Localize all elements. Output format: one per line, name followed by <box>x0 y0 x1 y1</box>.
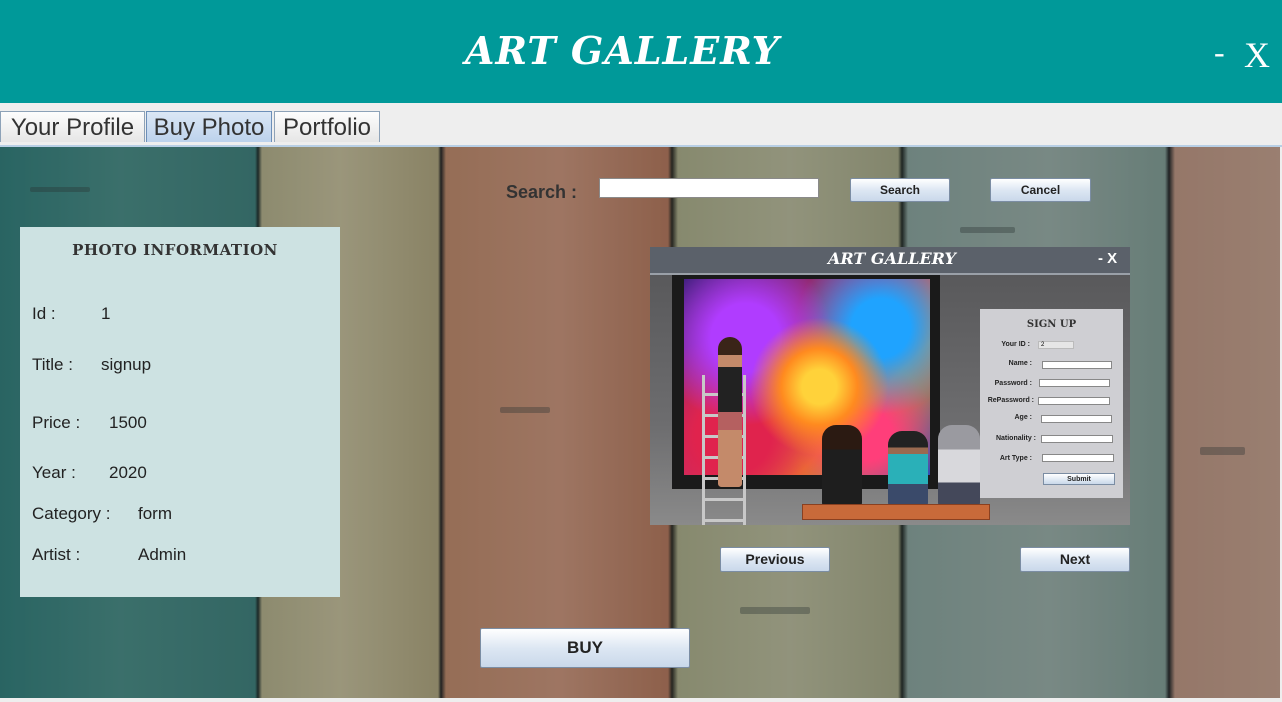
minimize-button[interactable]: - <box>1214 34 1225 71</box>
photo-info-heading: PHOTO INFORMATION <box>72 241 278 259</box>
form-field-label: RePassword : <box>987 397 1034 404</box>
app-title: ART GALLERY <box>465 28 780 73</box>
search-label: Search : <box>506 182 578 202</box>
title-label: Title : <box>32 355 73 374</box>
viewer-figure <box>888 431 928 507</box>
close-button[interactable]: X <box>1244 34 1270 76</box>
form-field-label: Age : <box>1014 414 1033 421</box>
photo-info-panel: PHOTO INFORMATION Id : 1 Title : signup … <box>20 227 340 597</box>
photo-preview: ART GALLERY - X SIGN UP Your ID : 2 Name… <box>650 247 1130 525</box>
artist-value: Admin <box>138 545 187 564</box>
form-submit-preview: Submit <box>1043 473 1115 485</box>
search-input[interactable] <box>599 178 819 198</box>
cancel-button[interactable]: Cancel <box>990 178 1091 202</box>
viewer-figure <box>822 425 862 507</box>
painter-figure <box>718 337 742 487</box>
preview-title-bar: ART GALLERY - X <box>650 247 1130 275</box>
search-button[interactable]: Search <box>850 178 950 202</box>
signup-form-preview: SIGN UP Your ID : 2 Name : Password : Re… <box>980 309 1123 498</box>
form-field-label: Your ID : <box>1001 341 1030 348</box>
form-field-label: Password : <box>994 380 1032 387</box>
title-value: signup <box>101 355 152 374</box>
next-button[interactable]: Next <box>1020 547 1130 572</box>
tab-buy-photo[interactable]: Buy Photo <box>146 111 272 142</box>
wood-texture <box>960 227 1015 233</box>
artist-label: Artist : <box>32 545 81 564</box>
buy-button[interactable]: BUY <box>480 628 690 668</box>
preview-title: ART GALLERY <box>828 249 956 268</box>
signup-form-title: SIGN UP <box>1026 319 1077 330</box>
form-field-box <box>1041 435 1113 443</box>
form-field-box <box>1038 397 1110 405</box>
viewer-figure <box>938 425 980 507</box>
preview-window-controls: - X <box>1098 250 1118 267</box>
form-id-box: 2 <box>1038 341 1074 349</box>
wood-texture <box>500 407 550 413</box>
form-field-box <box>1042 454 1114 462</box>
category-label: Category : <box>32 504 111 523</box>
bench <box>802 504 990 520</box>
tab-portfolio[interactable]: Portfolio <box>274 111 380 142</box>
tab-your-profile[interactable]: Your Profile <box>0 111 145 142</box>
wood-texture <box>740 607 810 614</box>
category-value: form <box>138 504 172 523</box>
price-label: Price : <box>32 413 81 432</box>
id-label: Id : <box>32 304 56 323</box>
title-bar: ART GALLERY - X <box>0 0 1282 103</box>
id-value: 1 <box>101 304 111 323</box>
form-field-box <box>1039 379 1110 387</box>
form-field-label: Name : <box>1008 360 1032 367</box>
wood-texture <box>1200 447 1245 455</box>
previous-button[interactable]: Previous <box>720 547 830 572</box>
year-value: 2020 <box>109 463 147 482</box>
form-field-box <box>1042 361 1112 369</box>
tab-strip: Your Profile Buy Photo Portfolio <box>0 103 1282 147</box>
content-panel: Search : Search Cancel PHOTO INFORMATION… <box>0 147 1280 698</box>
form-field-label: Nationality : <box>995 435 1036 442</box>
year-label: Year : <box>32 463 76 482</box>
form-field-label: Art Type : <box>999 455 1032 462</box>
wood-texture <box>30 187 90 192</box>
form-field-box <box>1041 415 1112 423</box>
preview-scene: SIGN UP Your ID : 2 Name : Password : Re… <box>650 275 1130 525</box>
price-value: 1500 <box>109 413 147 432</box>
